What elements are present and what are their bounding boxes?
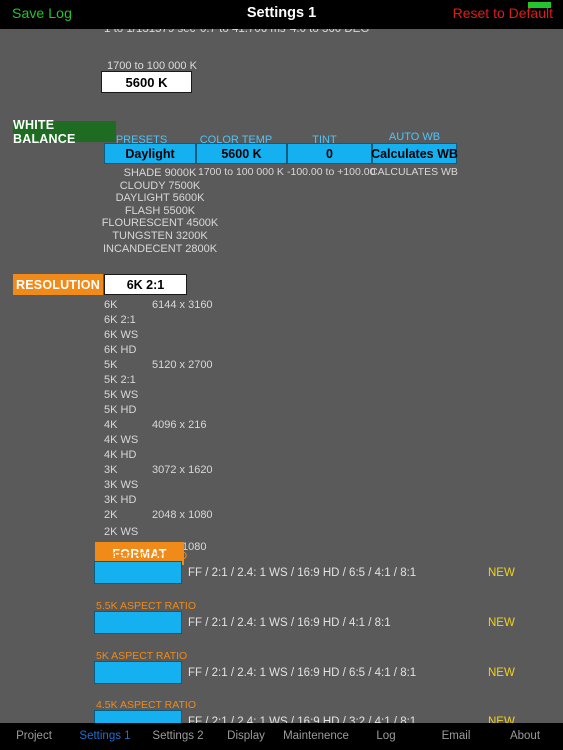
preset-item[interactable]: DAYLIGHT 5600K xyxy=(60,192,260,205)
resolution-row[interactable]: 3K HD xyxy=(0,494,563,509)
aspect-ratio-new-badge: NEW xyxy=(488,617,515,629)
resolution-name: 5K WS xyxy=(104,389,139,401)
resolution-dims: 4096 x 216 xyxy=(152,419,207,431)
preset-item[interactable]: TUNGSTEN 3200K xyxy=(60,230,260,243)
resolution-row[interactable]: 5K HD xyxy=(0,404,563,419)
tab-email[interactable]: Email xyxy=(442,730,471,742)
preset-item[interactable]: FLOURESCENT 4500K xyxy=(60,217,260,230)
resolution-name: 2K xyxy=(104,509,118,521)
resolution-name: 5K 2:1 xyxy=(104,374,136,386)
shutter-time-range: 0.7 to 41.706 ms xyxy=(200,29,286,35)
shutter-speed-range: 1 to 1/131579 sec xyxy=(104,29,196,35)
resolution-name: 3K HD xyxy=(104,494,137,506)
auto-wb-note: CALCULATES WB xyxy=(370,166,458,178)
resolution-row[interactable]: 3K 3072 x 1620 xyxy=(0,464,563,479)
resolution-current-value[interactable]: 6K 2:1 xyxy=(104,274,187,295)
white-balance-section-tag: WHITE BALANCE xyxy=(13,118,116,146)
resolution-name: 6K 2:1 xyxy=(104,314,136,326)
resolution-name: 6K WS xyxy=(104,329,139,341)
auto-wb-field[interactable]: Calculates WB xyxy=(371,143,458,164)
color-temp-field[interactable]: 5600 K xyxy=(196,143,287,164)
resolution-name: 2K WS xyxy=(104,526,139,538)
aspect-ratio-options: FF / 2:1 / 2.4: 1 WS / 16:9 HD / 3:2 / 4… xyxy=(188,716,417,723)
resolution-row[interactable]: 6K 2:1 xyxy=(0,314,563,329)
resolution-row[interactable]: 6K HD xyxy=(0,344,563,359)
preset-item[interactable]: SHADE 9000K xyxy=(60,167,260,180)
app-root: Save Log Settings 1 Reset to Default 1 t… xyxy=(0,0,563,750)
resolution-dims: 5120 x 2700 xyxy=(152,359,213,371)
column-header-auto-wb: AUTO WB xyxy=(388,131,441,143)
top-navigation-bar: Save Log Settings 1 Reset to Default xyxy=(0,0,563,29)
resolution-name: 4K HD xyxy=(104,449,137,461)
tab-log[interactable]: Log xyxy=(376,730,395,742)
reset-to-default-button[interactable]: Reset to Default xyxy=(453,5,553,21)
preset-item[interactable]: CLOUDY 7500K xyxy=(60,180,260,193)
aspect-ratio-field[interactable] xyxy=(94,661,182,684)
resolution-name: 6K HD xyxy=(104,344,137,356)
resolution-row[interactable]: 5K 5120 x 2700 xyxy=(0,359,563,374)
resolution-row[interactable]: 2K HD1920x1080 xyxy=(0,541,563,556)
aspect-ratio-options: FF / 2:1 / 2.4: 1 WS / 16:9 HD / 6:5 / 4… xyxy=(188,667,417,679)
resolution-name: 4K WS xyxy=(104,434,139,446)
resolution-row[interactable]: 5K WS xyxy=(0,389,563,404)
aspect-ratio-new-badge: NEW xyxy=(488,667,515,679)
preset-item[interactable]: INCANDECENT 2800K xyxy=(60,243,260,256)
resolution-dims: 2048 x 1080 xyxy=(152,509,213,521)
aspect-ratio-field[interactable] xyxy=(94,561,182,584)
tab-settings-1[interactable]: Settings 1 xyxy=(79,730,130,742)
resolution-name: 4K xyxy=(104,419,118,431)
resolution-row[interactable]: 6K 6144 x 3160 xyxy=(0,299,563,314)
resolution-dims: 6144 x 3160 xyxy=(152,299,213,311)
white-balance-current-value[interactable]: 5600 K xyxy=(101,71,192,93)
tab-settings-2[interactable]: Settings 2 xyxy=(152,730,203,742)
resolution-name: 3K WS xyxy=(104,479,139,491)
resolution-section-tag: RESOLUTION xyxy=(13,274,103,295)
resolution-name: 3K xyxy=(104,464,118,476)
aspect-ratio-new-badge: NEW xyxy=(488,567,515,579)
aspect-ratio-options: FF / 2:1 / 2.4: 1 WS / 16:9 HD / 6:5 / 4… xyxy=(188,567,417,579)
resolution-row[interactable]: 4K WS xyxy=(0,434,563,449)
resolution-dims: 3072 x 1620 xyxy=(152,464,213,476)
tab-display[interactable]: Display xyxy=(227,730,265,742)
white-balance-preset-list: SHADE 9000K CLOUDY 7500K DAYLIGHT 5600K … xyxy=(60,167,260,255)
clipped-shutter-row: 1 to 1/131579 sec 0.7 to 41.706 ms 4.0 t… xyxy=(0,29,563,37)
tab-maintenence[interactable]: Maintenence xyxy=(283,730,349,742)
resolution-row[interactable]: 6K WS xyxy=(0,329,563,344)
tab-project[interactable]: Project xyxy=(16,730,52,742)
shutter-angle-range: 4.0 to 360 DEG xyxy=(290,29,370,35)
resolution-name: 5K HD xyxy=(104,404,137,416)
resolution-row[interactable]: 3K WS xyxy=(0,479,563,494)
resolution-row[interactable]: 2K WS xyxy=(0,526,563,541)
preset-item[interactable]: FLASH 5500K xyxy=(60,205,260,218)
resolution-row[interactable]: 5K 2:1 xyxy=(0,374,563,389)
tint-field[interactable]: 0 xyxy=(287,143,372,164)
aspect-ratio-new-badge: NEW xyxy=(488,716,515,723)
tint-range-note: -100.00 to +100.00 xyxy=(287,166,376,178)
resolution-name: 6K xyxy=(104,299,118,311)
aspect-ratio-field[interactable] xyxy=(94,710,182,723)
presets-field[interactable]: Daylight xyxy=(104,143,196,164)
settings-scroll-area[interactable]: 1 to 1/131579 sec 0.7 to 41.706 ms 4.0 t… xyxy=(0,29,563,723)
aspect-ratio-options: FF / 2:1 / 2.4: 1 WS / 16:9 HD / 4:1 / 8… xyxy=(188,617,391,629)
resolution-option-list: 6K 6144 x 3160 6K 2:1 6K WS 6K HD 5K 5120 … xyxy=(0,299,563,556)
resolution-row[interactable]: 2K 2048 x 1080 xyxy=(0,509,563,526)
resolution-name: 5K xyxy=(104,359,118,371)
bottom-tab-bar: Project Settings 1 Settings 2 Display Ma… xyxy=(0,723,563,750)
resolution-row[interactable]: 4K HD xyxy=(0,449,563,464)
tab-about[interactable]: About xyxy=(510,730,540,742)
aspect-ratio-field[interactable] xyxy=(94,611,182,634)
resolution-row[interactable]: 4K 4096 x 216 xyxy=(0,419,563,434)
